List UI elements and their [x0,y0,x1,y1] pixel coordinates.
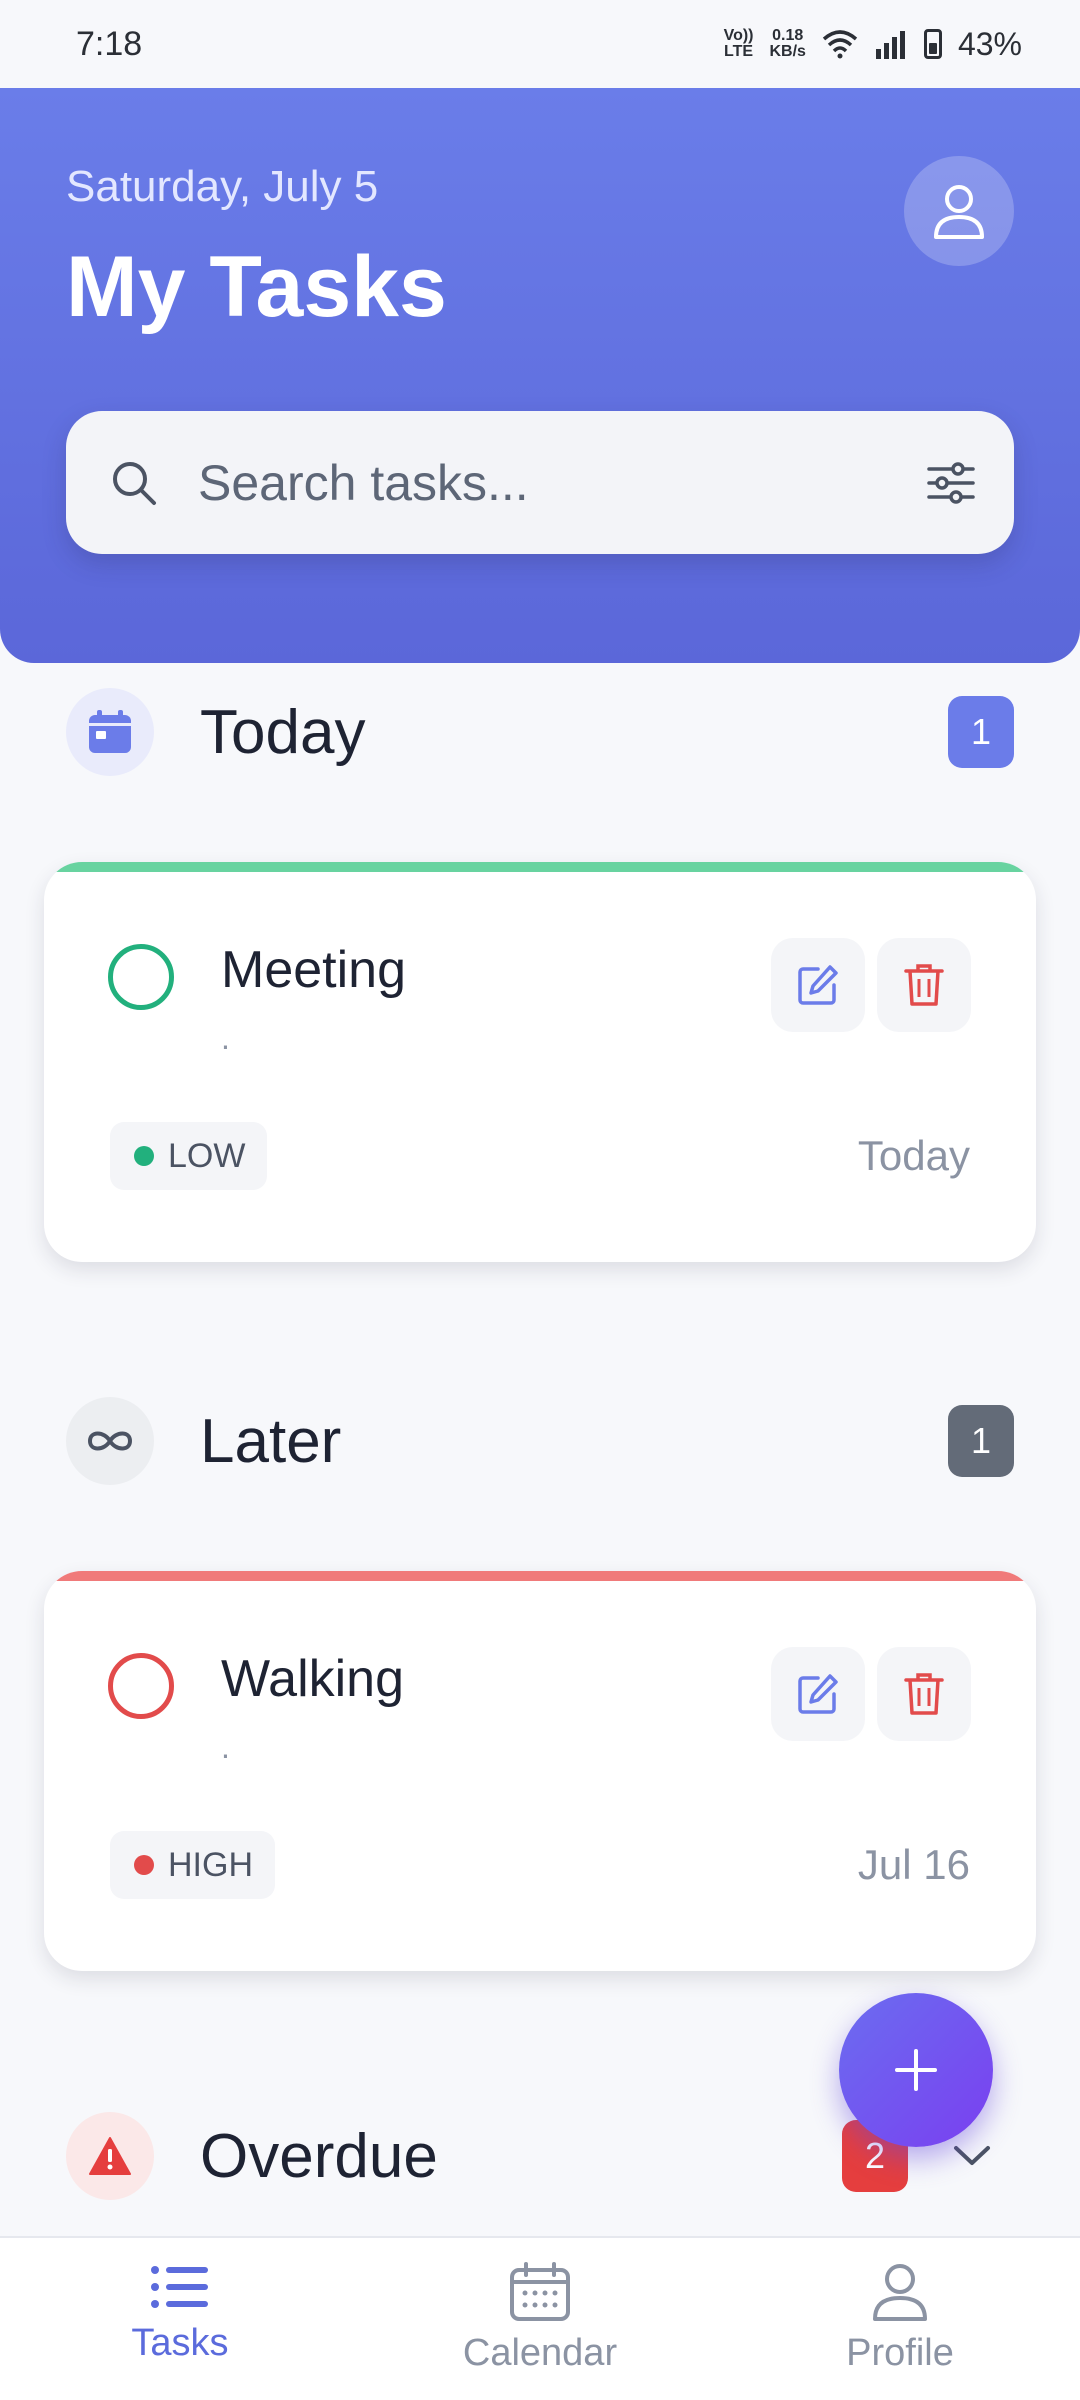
header-date: Saturday, July 5 [66,162,379,211]
priority-stripe [44,1571,1036,1581]
task-description: . [221,1729,230,1765]
status-time: 7:18 [76,24,143,63]
edit-icon [798,965,838,1005]
user-icon [934,185,984,239]
task-checkbox[interactable] [108,1653,174,1719]
nav-calendar[interactable]: Calendar [360,2238,720,2400]
profile-button[interactable] [904,156,1014,266]
nav-label: Profile [846,2332,954,2374]
search-icon [113,461,156,505]
section-later[interactable]: Later 1 [66,1396,1014,1486]
nav-label: Tasks [131,2322,229,2364]
warning-icon [66,2112,154,2200]
trash-icon [904,1673,944,1715]
signal-icon [875,31,905,59]
edit-icon [798,1674,838,1714]
priority-dot [134,1855,154,1875]
edit-button[interactable] [771,1647,865,1741]
due-date: Jul 16 [857,1841,970,1888]
count-badge: 1 [948,696,1014,768]
delete-button[interactable] [877,938,971,1032]
trash-icon [904,964,944,1006]
bottom-navigation: Tasks Calendar Profile [0,2236,1080,2400]
calendar-icon [510,2262,570,2321]
infinity-icon [66,1397,154,1485]
task-card[interactable]: Walking . HIGH Jul 16 [44,1571,1036,1971]
nav-profile[interactable]: Profile [720,2238,1080,2400]
chevron-down-icon[interactable] [952,2143,992,2169]
priority-tag: LOW [110,1122,268,1190]
section-title: Later [200,1406,342,1476]
status-icons: Vo)) LTE 0.18 KB/s 43% [724,26,1022,63]
priority-stripe [44,862,1036,872]
battery-icon [923,29,942,59]
task-name: Walking [221,1650,405,1708]
task-card[interactable]: Meeting . LOW Today [44,862,1036,1262]
nav-tasks[interactable]: Tasks [0,2238,360,2400]
search-bar [66,411,1014,554]
nav-label: Calendar [462,2332,618,2374]
user-icon [873,2264,927,2321]
task-description: . [221,1020,230,1056]
page-title: My Tasks [66,239,447,335]
section-title: Today [200,697,366,767]
status-bar: 7:18 Vo)) LTE 0.18 KB/s 43% [0,0,1080,88]
task-checkbox[interactable] [108,944,174,1010]
due-date: Today [857,1132,970,1179]
header: Saturday, July 5 My Tasks [0,88,1080,663]
count-badge: 1 [948,1405,1014,1477]
add-task-button[interactable] [839,1993,993,2147]
priority-label: HIGH [168,1845,253,1884]
priority-label: LOW [168,1136,246,1175]
plus-icon [895,2049,937,2091]
battery-percent: 43% [957,25,1022,62]
wifi-icon [822,30,858,59]
section-today[interactable]: Today 1 [66,687,1014,777]
edit-button[interactable] [771,938,865,1032]
section-title: Overdue [200,2121,438,2191]
priority-dot [134,1146,154,1166]
volte-indicator: Vo)) LTE [723,27,754,60]
delete-button[interactable] [877,1647,971,1741]
search-input[interactable] [198,453,926,512]
filter-icon[interactable] [926,461,976,505]
task-name: Meeting [221,941,406,999]
calendar-icon [66,688,154,776]
priority-tag: HIGH [110,1831,275,1899]
network-speed: 0.18 KB/s [769,27,806,60]
list-icon [151,2266,208,2308]
